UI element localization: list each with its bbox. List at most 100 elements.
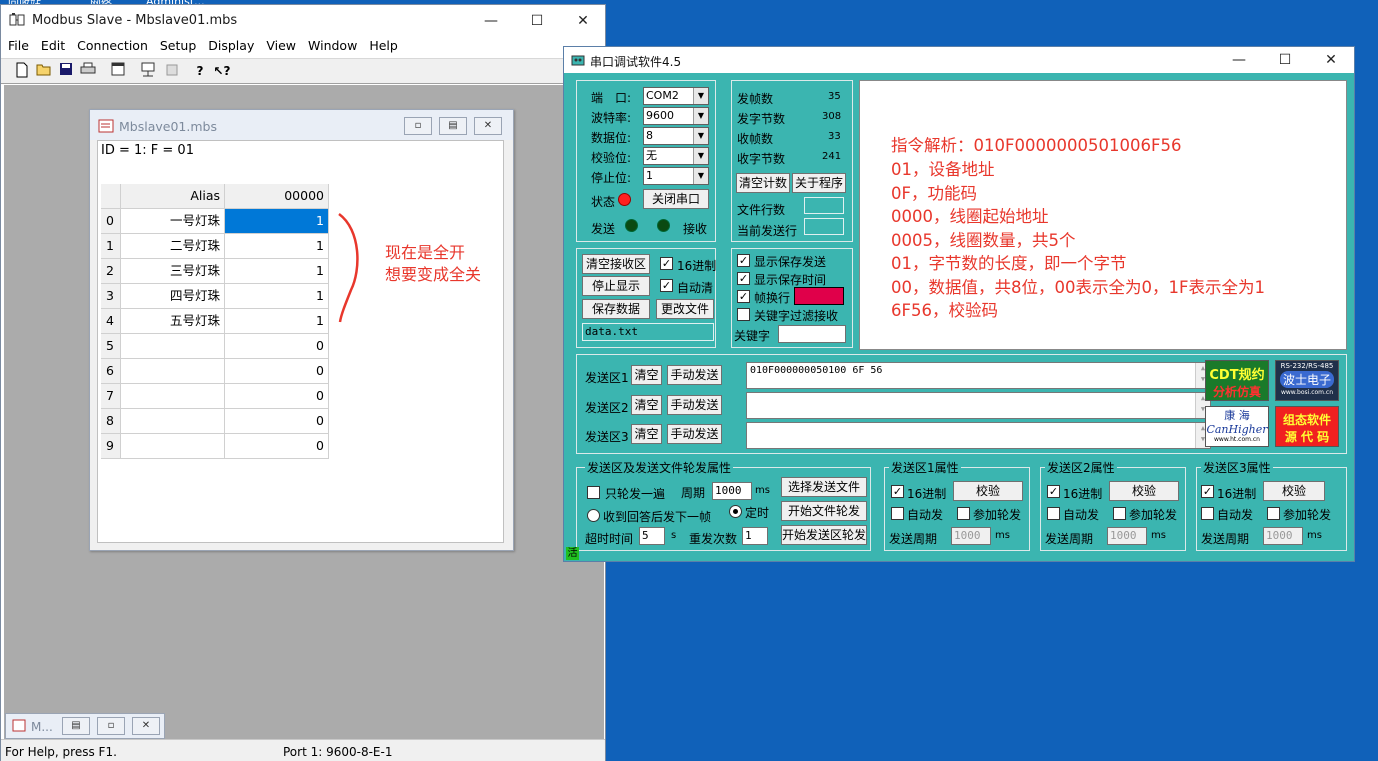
- area2-join-checkbox[interactable]: [1113, 507, 1126, 520]
- menu-display[interactable]: Display: [201, 36, 259, 53]
- col-header-address[interactable]: 00000: [225, 184, 329, 209]
- area3-auto-checkbox[interactable]: [1201, 507, 1214, 520]
- send-area-3-input[interactable]: ▲ ▼: [746, 422, 1211, 449]
- child-close-button[interactable]: ✕: [474, 117, 502, 135]
- close-button[interactable]: ✕: [563, 9, 603, 33]
- serial-close-button[interactable]: ✕: [1311, 48, 1351, 72]
- clear-send3-button[interactable]: 清空: [631, 424, 662, 444]
- timed-radio[interactable]: [729, 505, 742, 518]
- value-cell[interactable]: 0: [225, 334, 329, 359]
- start-file-poll-button[interactable]: 开始文件轮发: [781, 501, 867, 521]
- alias-cell[interactable]: 三号灯珠: [121, 259, 225, 284]
- alias-cell[interactable]: 二号灯珠: [121, 234, 225, 259]
- area2-check-button[interactable]: 校验: [1109, 481, 1179, 501]
- minimize-button[interactable]: —: [471, 9, 511, 33]
- mini-restore-button[interactable]: ▤: [62, 717, 90, 735]
- open-folder-icon[interactable]: [35, 62, 53, 80]
- double-frame-badge[interactable]: 双帧换行: [794, 287, 844, 305]
- context-help-icon[interactable]: ↖?: [213, 62, 231, 80]
- alias-cell[interactable]: [121, 384, 225, 409]
- modbus-title-bar[interactable]: Modbus Slave - Mbslave01.mbs — ☐ ✕: [1, 5, 605, 36]
- scada-ad-banner[interactable]: 组态软件 源 代 码: [1275, 406, 1339, 447]
- area3-join-checkbox[interactable]: [1267, 507, 1280, 520]
- data-file-field[interactable]: data.txt: [582, 323, 714, 341]
- menu-help[interactable]: Help: [362, 36, 403, 53]
- save-icon[interactable]: [57, 62, 75, 80]
- hex-receive-checkbox[interactable]: ✓: [660, 257, 673, 270]
- value-cell[interactable]: 0: [225, 384, 329, 409]
- help-icon[interactable]: ?: [191, 62, 209, 80]
- menu-connection[interactable]: Connection: [70, 36, 153, 53]
- child-minimize-button[interactable]: ▫: [404, 117, 432, 135]
- serial-minimize-button[interactable]: —: [1219, 48, 1259, 72]
- alias-cell[interactable]: 一号灯珠: [121, 209, 225, 234]
- clear-send2-button[interactable]: 清空: [631, 395, 662, 415]
- serial-title-bar[interactable]: 串口调试软件4.5 — ☐ ✕: [564, 47, 1354, 73]
- alias-cell[interactable]: 四号灯珠: [121, 284, 225, 309]
- value-cell[interactable]: 1: [225, 259, 329, 284]
- area1-auto-checkbox[interactable]: [891, 507, 904, 520]
- poll-once-checkbox[interactable]: [587, 486, 600, 499]
- stop-display-button[interactable]: 停止显示: [582, 276, 650, 296]
- value-cell[interactable]: 1: [225, 309, 329, 334]
- alias-cell[interactable]: [121, 334, 225, 359]
- mini-close-button[interactable]: ✕: [132, 717, 160, 735]
- area1-period-input[interactable]: 1000: [951, 527, 991, 545]
- mini-maximize-button[interactable]: ▫: [97, 717, 125, 735]
- value-cell[interactable]: 1: [225, 284, 329, 309]
- area3-check-button[interactable]: 校验: [1263, 481, 1325, 501]
- send-area-1-input[interactable]: 010F000000050100 6F 56 ▲ ▼: [746, 362, 1211, 389]
- area3-period-input[interactable]: 1000: [1263, 527, 1303, 545]
- auto-clear-checkbox[interactable]: ✓: [660, 279, 673, 292]
- cdt-ad-banner[interactable]: CDT规约 分析仿真: [1205, 360, 1269, 401]
- value-cell[interactable]: 1: [225, 234, 329, 259]
- print-icon[interactable]: [79, 62, 97, 80]
- manual-send1-button[interactable]: 手动发送: [667, 365, 722, 385]
- connect-icon[interactable]: [139, 62, 157, 80]
- area2-hex-checkbox[interactable]: ✓: [1047, 485, 1060, 498]
- timeout-input[interactable]: 5: [639, 527, 665, 545]
- value-cell[interactable]: 1: [225, 209, 329, 234]
- canhigher-ad-banner[interactable]: 康 海 CanHigher www.ht.com.cn: [1205, 406, 1269, 447]
- disconnect-icon[interactable]: [163, 62, 181, 80]
- clear-count-button[interactable]: 清空计数: [736, 173, 790, 193]
- alias-cell[interactable]: [121, 434, 225, 459]
- rs485-ad-banner[interactable]: RS-232/RS-485 波士电子 www.bosi.com.cn: [1275, 360, 1339, 401]
- manual-send2-button[interactable]: 手动发送: [667, 395, 722, 415]
- manual-send3-button[interactable]: 手动发送: [667, 424, 722, 444]
- menu-window[interactable]: Window: [301, 36, 362, 53]
- start-area-poll-button[interactable]: 开始发送区轮发: [781, 525, 867, 545]
- choose-file-button[interactable]: 选择发送文件: [781, 477, 867, 497]
- after-reply-radio[interactable]: [587, 509, 600, 522]
- serial-maximize-button[interactable]: ☐: [1265, 48, 1305, 72]
- area1-check-button[interactable]: 校验: [953, 481, 1023, 501]
- child-restore-button[interactable]: ▤: [439, 117, 467, 135]
- close-port-button[interactable]: 关闭串口: [643, 189, 709, 209]
- port-select[interactable]: COM2 ▼: [643, 87, 709, 105]
- receive-area[interactable]: 指令解析：010F0000000501006F56 01，设备地址 0F，功能码…: [859, 80, 1347, 350]
- area2-period-input[interactable]: 1000: [1107, 527, 1147, 545]
- baud-select[interactable]: 9600 ▼: [643, 107, 709, 125]
- area2-auto-checkbox[interactable]: [1047, 507, 1060, 520]
- about-button[interactable]: 关于程序: [792, 173, 846, 193]
- parity-select[interactable]: 无 ▼: [643, 147, 709, 165]
- alias-cell[interactable]: [121, 409, 225, 434]
- area3-hex-checkbox[interactable]: ✓: [1201, 485, 1214, 498]
- show-save-time-checkbox[interactable]: ✓: [737, 272, 750, 285]
- minimized-child-window[interactable]: M... ▤ ▫ ✕: [5, 713, 165, 739]
- area1-hex-checkbox[interactable]: ✓: [891, 485, 904, 498]
- frame-newline-checkbox[interactable]: ✓: [737, 290, 750, 303]
- menu-setup[interactable]: Setup: [153, 36, 201, 53]
- clear-receive-button[interactable]: 清空接收区: [582, 254, 650, 274]
- send-area-2-input[interactable]: ▲ ▼: [746, 392, 1211, 419]
- window-icon[interactable]: [109, 62, 127, 80]
- show-save-send-checkbox[interactable]: ✓: [737, 254, 750, 267]
- save-data-button[interactable]: 保存数据: [582, 299, 650, 319]
- value-cell[interactable]: 0: [225, 434, 329, 459]
- databits-select[interactable]: 8 ▼: [643, 127, 709, 145]
- new-file-icon[interactable]: [13, 62, 31, 80]
- alias-cell[interactable]: [121, 359, 225, 384]
- keyword-filter-checkbox[interactable]: [737, 308, 750, 321]
- menu-edit[interactable]: Edit: [34, 36, 70, 53]
- retries-input[interactable]: 1: [742, 527, 768, 545]
